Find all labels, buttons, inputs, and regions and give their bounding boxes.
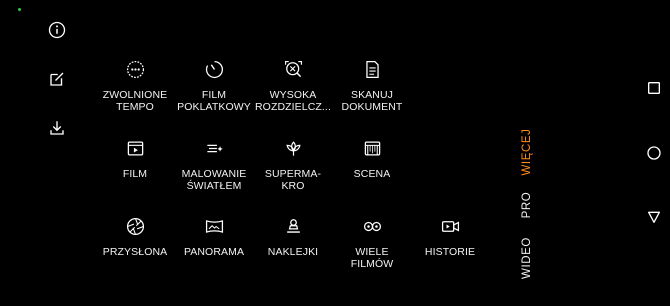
recents-icon — [648, 82, 660, 94]
mode-label: HISTORIE — [424, 246, 476, 258]
home-button[interactable] — [644, 143, 664, 163]
mode-label: FILM — [122, 168, 148, 180]
high-resolution-icon — [283, 59, 303, 79]
edit-icon — [50, 72, 64, 86]
mode-label: PANORAMA — [183, 246, 245, 258]
back-button[interactable] — [644, 207, 664, 227]
scene-icon — [362, 138, 382, 158]
slow-motion-icon — [125, 59, 145, 79]
aperture-icon — [125, 216, 145, 236]
mode-label: WYSOKA ROZDZIELCZ... — [255, 89, 331, 113]
mode-label: PRZYSŁONA — [102, 246, 168, 258]
download-button[interactable] — [46, 117, 68, 139]
tab-pro[interactable]: PRO — [521, 185, 533, 225]
recents-button[interactable] — [644, 78, 664, 98]
status-indicator-dot — [18, 8, 21, 11]
document-scan-icon — [362, 59, 382, 79]
back-icon — [648, 211, 660, 223]
edit-button[interactable] — [46, 68, 68, 90]
download-icon — [50, 121, 64, 135]
mode-label: FILM POKLATKOWY — [177, 89, 251, 113]
timelapse-icon — [204, 59, 224, 79]
info-icon — [48, 21, 66, 39]
mode-label: MALOWANIE ŚWIATŁEM — [181, 168, 247, 192]
mode-label: SCENA — [353, 168, 391, 180]
super-macro-icon — [283, 138, 303, 158]
mode-scene[interactable]: SCENA — [326, 138, 418, 180]
mode-document-scan[interactable]: SKANUJ DOKUMENT — [326, 59, 418, 113]
stories-icon — [440, 216, 460, 236]
multi-video-icon — [362, 216, 382, 236]
info-button[interactable] — [46, 19, 68, 41]
mode-label: SUPERMA- KRO — [264, 168, 322, 192]
home-icon — [647, 146, 661, 160]
tab-more[interactable]: WIĘCEJ — [521, 127, 533, 177]
stickers-icon — [283, 216, 303, 236]
mode-label: ZWOLNIONE TEMPO — [102, 89, 168, 113]
mode-stories[interactable]: HISTORIE — [404, 216, 496, 258]
light-painting-icon — [204, 138, 224, 158]
tab-video[interactable]: WIDEO — [521, 233, 533, 283]
panorama-icon — [204, 216, 224, 236]
film-icon — [125, 138, 145, 158]
mode-label: WIELE FILMÓW — [350, 246, 394, 270]
mode-label: NAKLEJKI — [267, 246, 319, 258]
mode-label: SKANUJ DOKUMENT — [341, 89, 403, 113]
